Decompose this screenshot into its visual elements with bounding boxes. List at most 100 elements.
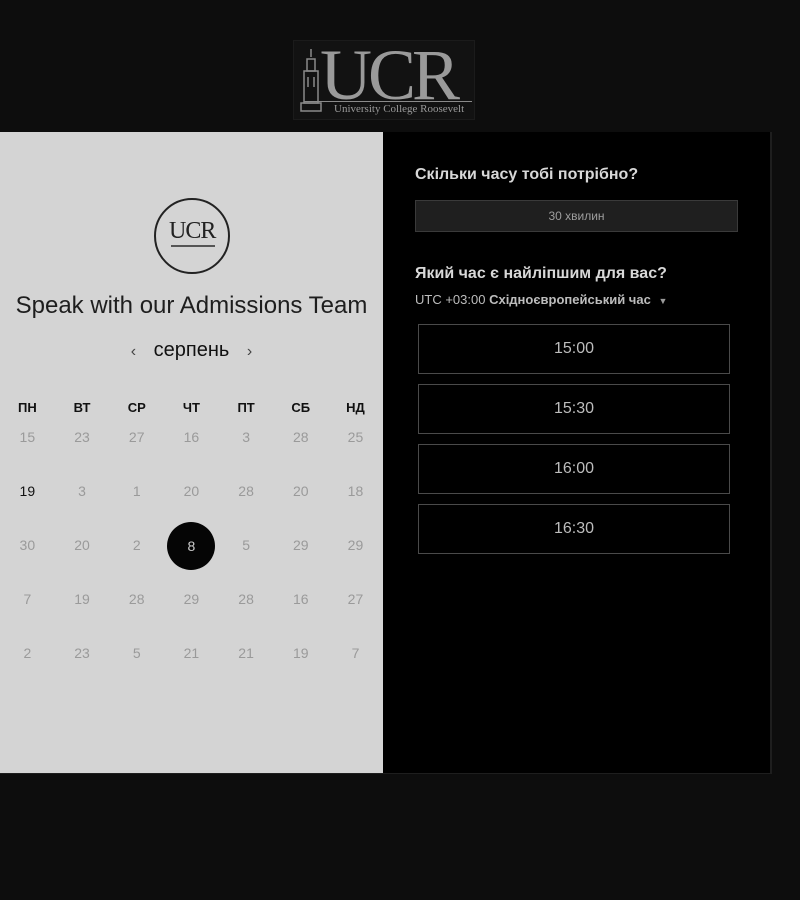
calendar-week: 30 20 2 8 5 29 29	[0, 522, 383, 584]
calendar-day-number: 7	[351, 645, 360, 661]
calendar-day[interactable]: 30	[0, 530, 55, 584]
month-label: серпень	[153, 339, 230, 361]
calendar-day-number: 8	[167, 522, 216, 570]
calendar-week: 15 23 27 16 3 28 25	[0, 422, 383, 476]
timezone-offset: UTC +03:00	[415, 292, 486, 307]
seal-caption-line	[171, 245, 215, 247]
time-slot-button[interactable]: 16:00	[418, 444, 730, 494]
calendar-day-number: 2	[132, 537, 141, 553]
ucr-logo: UCR University College Roosevelt	[293, 35, 475, 120]
calendar-day[interactable]: 7	[328, 638, 383, 692]
calendar-day[interactable]: 18	[328, 476, 383, 530]
calendar-day-number: 29	[183, 591, 200, 607]
calendar-day-number: 20	[292, 483, 309, 499]
calendar-day[interactable]: 19	[273, 638, 328, 692]
calendar-day[interactable]: 29	[164, 584, 219, 638]
caret-down-icon: ▼	[658, 296, 668, 306]
weekday-label: НД	[346, 400, 365, 415]
calendar-day[interactable]: 28	[109, 584, 164, 638]
calendar-day[interactable]: 25	[328, 422, 383, 476]
calendar-day-number: 27	[128, 429, 145, 445]
calendar-day[interactable]: 23	[55, 422, 110, 476]
calendar-day[interactable]: 19	[0, 476, 55, 530]
calendar-day-number: 15	[19, 429, 36, 445]
calendar-day[interactable]: 3	[55, 476, 110, 530]
calendar-day-number: 23	[74, 429, 90, 445]
calendar-day-number: 28	[128, 591, 145, 607]
chevron-left-icon[interactable]: ‹	[119, 343, 148, 361]
calendar-day-number: 23	[74, 645, 90, 661]
calendar-day-number: 28	[292, 429, 309, 445]
calendar-week: 7 19 28 29 28 16 27	[0, 584, 383, 638]
calendar-day[interactable]: 2	[109, 530, 164, 584]
duration-select[interactable]: 30 хвилин	[415, 200, 738, 232]
booking-card: UCR Speak with our Admissions Team ‹ сер…	[0, 132, 772, 774]
weekday-label: ПТ	[237, 400, 255, 415]
calendar-day-number: 20	[74, 537, 90, 553]
calendar-day-number: 3	[242, 429, 250, 445]
calendar-day-number: 25	[347, 429, 364, 445]
calendar-day[interactable]: 20	[55, 530, 110, 584]
time-question: Який час є найліпшим для вас?	[415, 265, 667, 282]
timezone-name: Східноєвропейський час	[489, 292, 651, 307]
calendar-day-number: 19	[292, 645, 309, 661]
calendar-day-number: 5	[132, 645, 141, 661]
calendar-day[interactable]: 28	[219, 476, 274, 530]
calendar-day-number: 19	[19, 483, 36, 499]
calendar-day[interactable]: 1	[109, 476, 164, 530]
calendar-day-number: 20	[183, 483, 200, 499]
seal-letters: UCR	[169, 218, 216, 244]
calendar-day-number: 18	[347, 483, 364, 499]
weekday-label: СР	[127, 400, 146, 415]
calendar-day[interactable]: 28	[219, 584, 274, 638]
calendar-day[interactable]: 5	[219, 530, 274, 584]
weekday-label: ПН	[17, 400, 37, 415]
calendar-day-number: 30	[19, 537, 36, 553]
calendar-day[interactable]: 27	[328, 584, 383, 638]
weekday-header: ПН ВТ СР ЧТ ПТ СБ НД	[0, 394, 383, 422]
calendar-day[interactable]: 21	[164, 638, 219, 692]
calendar-day[interactable]: 23	[55, 638, 110, 692]
calendar-day[interactable]: 5	[109, 638, 164, 692]
calendar-day-number: 21	[238, 645, 254, 661]
time-slot-button[interactable]: 16:30	[418, 504, 730, 554]
calendar-grid: ПН ВТ СР ЧТ ПТ СБ НД 15 23 27 16 3 28 25 19 3 1 20 28 20 18…	[0, 394, 383, 692]
calendar-day-number: 3	[78, 483, 86, 499]
calendar-day-number: 29	[292, 537, 309, 553]
calendar-day[interactable]: 29	[328, 530, 383, 584]
calendar-day-number: 19	[74, 591, 90, 607]
calendar-day-number: 21	[183, 645, 200, 661]
calendar-day[interactable]: 27	[109, 422, 164, 476]
time-slot-button[interactable]: 15:00	[418, 324, 730, 374]
calendar-day[interactable]: 19	[55, 584, 110, 638]
calendar-day[interactable]: 28	[273, 422, 328, 476]
calendar-day[interactable]: 29	[273, 530, 328, 584]
calendar-day-number: 28	[238, 591, 254, 607]
duration-question: Скільки часу тобі потрібно?	[415, 166, 639, 183]
page-title: Speak with our Admissions Team	[15, 292, 368, 319]
month-navigation: ‹ серпень ›	[0, 339, 383, 362]
calendar-day-number: 5	[242, 537, 250, 553]
calendar-day[interactable]: 16	[164, 422, 219, 476]
calendar-day[interactable]: 2	[0, 638, 55, 692]
weekday-label: СБ	[291, 400, 311, 415]
calendar-day[interactable]: 21	[219, 638, 274, 692]
ucr-seal-logo: UCR	[154, 198, 230, 274]
calendar-day-number: 28	[238, 483, 254, 499]
calendar-day-number: 29	[347, 537, 364, 553]
calendar-week: 2 23 5 21 21 19 7	[0, 638, 383, 692]
chevron-right-icon[interactable]: ›	[235, 343, 264, 361]
calendar-day[interactable]: 16	[273, 584, 328, 638]
logo-divider	[304, 101, 472, 102]
weekday-label: ЧТ	[182, 400, 200, 415]
calendar-day[interactable]: 7	[0, 584, 55, 638]
calendar-day-number: 27	[347, 591, 364, 607]
calendar-day-selected[interactable]: 8	[164, 522, 219, 584]
calendar-day[interactable]: 3	[219, 422, 274, 476]
time-slot-list: 15:00 15:30 16:00 16:30	[418, 324, 730, 564]
timezone-select[interactable]: UTC +03:00 Східноєвропейський час ▼	[415, 292, 667, 307]
calendar-day-number: 1	[132, 483, 141, 499]
calendar-day[interactable]: 20	[273, 476, 328, 530]
calendar-day[interactable]: 15	[0, 422, 55, 476]
time-slot-button[interactable]: 15:30	[418, 384, 730, 434]
